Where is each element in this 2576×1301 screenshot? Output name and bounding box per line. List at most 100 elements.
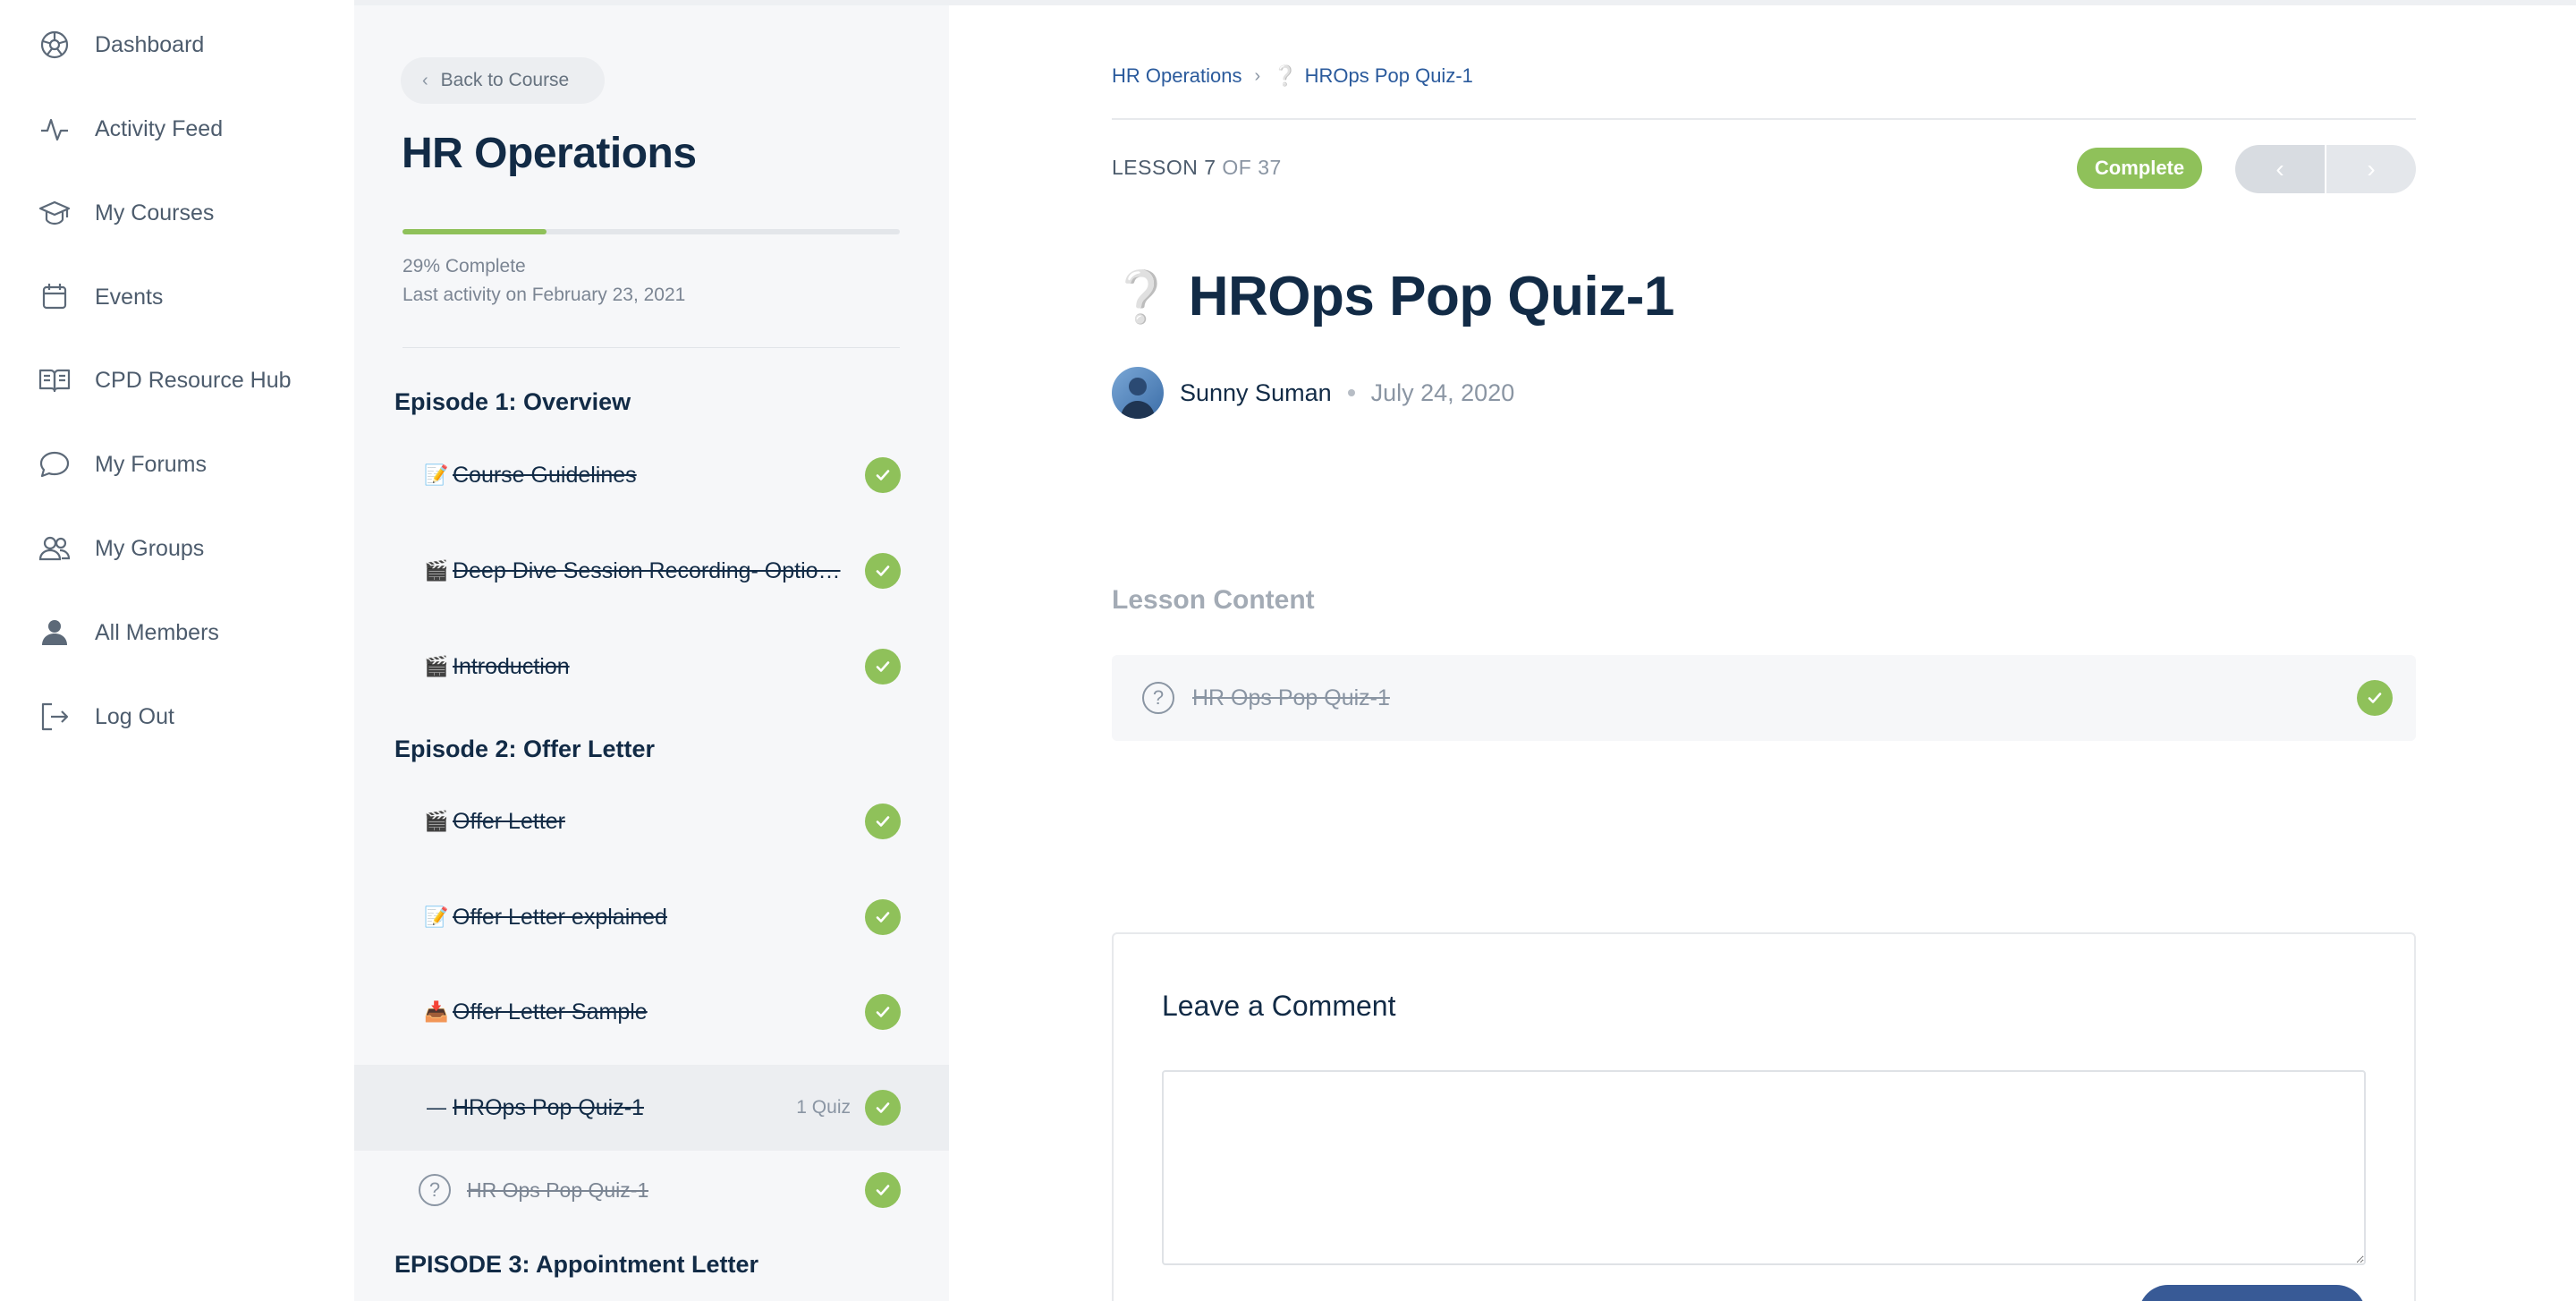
episode-title: Episode 1: Overview bbox=[394, 388, 631, 415]
nav-item-cpd-resource-hub[interactable]: CPD Resource Hub bbox=[34, 355, 338, 405]
lesson-item[interactable]: 📝 Offer Letter explained bbox=[354, 874, 949, 960]
breadcrumb-separator: › bbox=[1254, 65, 1261, 86]
nav-item-my-groups[interactable]: My Groups bbox=[34, 523, 338, 574]
completed-check-icon bbox=[865, 649, 901, 685]
previous-lesson-button[interactable]: ‹ bbox=[2235, 145, 2325, 193]
course-progress-fill bbox=[402, 229, 547, 234]
user-icon bbox=[34, 612, 75, 653]
breadcrumb-course-link[interactable]: HR Operations bbox=[1112, 64, 1242, 88]
chevron-left-icon: ‹ bbox=[422, 70, 428, 90]
page-title: HROps Pop Quiz-1 bbox=[1188, 266, 1675, 327]
lesson-title: Course Guidelines bbox=[453, 462, 637, 488]
activity-icon bbox=[34, 108, 75, 149]
lesson-item[interactable]: 🎬 Offer Letter bbox=[354, 778, 949, 864]
progress-text: 29% Complete bbox=[402, 256, 526, 276]
lesson-pagination: ‹ › bbox=[2235, 145, 2416, 193]
course-progress-bar bbox=[402, 229, 900, 234]
dashboard-icon bbox=[34, 24, 75, 65]
nav-label: My Courses bbox=[95, 200, 215, 225]
breadcrumb: HR Operations › ❔ HROps Pop Quiz-1 bbox=[1112, 64, 1473, 88]
graduation-cap-icon bbox=[34, 192, 75, 234]
lesson-type-icon: 🎬 bbox=[424, 810, 449, 832]
question-circle-icon: ? bbox=[1142, 682, 1174, 714]
comment-textarea[interactable] bbox=[1162, 1070, 2366, 1265]
back-to-course-label: Back to Course bbox=[440, 70, 570, 90]
nav-item-all-members[interactable]: All Members bbox=[34, 608, 338, 658]
completed-check-icon bbox=[865, 457, 901, 493]
question-circle-icon: ? bbox=[419, 1174, 451, 1206]
lesson-type-icon: 📥 bbox=[424, 1000, 449, 1023]
lesson-item[interactable]: 📝 Course Guidelines bbox=[354, 432, 949, 518]
nav-label: Dashboard bbox=[95, 31, 205, 57]
nav-label: My Forums bbox=[95, 451, 207, 477]
lesson-content-heading: Lesson Content bbox=[1112, 585, 1315, 615]
back-to-course-button[interactable]: ‹ Back to Course bbox=[401, 57, 605, 104]
lesson-type-icon: 📝 bbox=[424, 463, 449, 486]
nav-label: Log Out bbox=[95, 703, 174, 729]
lesson-type-icon: 🎬 bbox=[424, 655, 449, 677]
lesson-title: Deep Dive Session Recording- Optio… bbox=[453, 557, 841, 583]
episode-title: Episode 2: Offer Letter bbox=[394, 736, 656, 762]
lesson-type-icon: 🎬 bbox=[424, 559, 449, 582]
completed-check-icon bbox=[865, 994, 901, 1030]
quiz-header: ❔ HROps Pop Quiz-1 bbox=[1110, 265, 1674, 328]
author-meta: Sunny Suman July 24, 2020 bbox=[1112, 367, 1514, 419]
breadcrumb-current[interactable]: HROps Pop Quiz-1 bbox=[1305, 64, 1473, 88]
nav-item-my-courses[interactable]: My Courses bbox=[34, 188, 338, 238]
lesson-counter: LESSON 7 OF 37 bbox=[1112, 156, 1282, 180]
nav-item-log-out[interactable]: Log Out bbox=[34, 692, 338, 742]
chat-bubble-icon bbox=[34, 444, 75, 485]
course-sidebar: ‹ Back to Course HR Operations 29% Compl… bbox=[354, 0, 949, 1301]
episode-title: EPISODE 3: Appointment Letter bbox=[394, 1251, 759, 1278]
lesson-type-icon: 📝 bbox=[424, 906, 449, 928]
lesson-content-item[interactable]: ? HR Ops Pop Quiz-1 bbox=[1112, 655, 2416, 741]
nav-label: My Groups bbox=[95, 535, 205, 561]
avatar[interactable] bbox=[1112, 367, 1164, 419]
lesson-title: Offer Letter explained bbox=[453, 904, 667, 930]
completed-check-icon bbox=[865, 1090, 901, 1126]
comment-form: Leave a Comment bbox=[1112, 932, 2416, 1301]
last-activity: Last activity on February 23, 2021 bbox=[402, 285, 686, 305]
nav-item-dashboard[interactable]: Dashboard bbox=[34, 20, 338, 70]
calendar-icon bbox=[34, 276, 75, 318]
question-mark-icon: ❔ bbox=[1273, 64, 1298, 87]
nav-item-activity-feed[interactable]: Activity Feed bbox=[34, 104, 338, 154]
nav-label: All Members bbox=[95, 619, 219, 645]
quiz-count: 1 Quiz bbox=[796, 1097, 851, 1118]
lesson-type-icon: — bbox=[427, 1096, 446, 1118]
lesson-title: Offer Letter bbox=[453, 808, 565, 834]
comment-heading: Leave a Comment bbox=[1162, 990, 1396, 1022]
quiz-item[interactable]: ? HR Ops Pop Quiz-1 bbox=[354, 1147, 949, 1233]
lesson-item[interactable]: 🎬 Introduction bbox=[354, 624, 949, 710]
nav-label: Activity Feed bbox=[95, 115, 224, 141]
lesson-item[interactable]: 🎬 Deep Dive Session Recording- Optio… bbox=[354, 528, 949, 614]
lesson-item-active[interactable]: — HROps Pop Quiz-1 1 Quiz bbox=[354, 1065, 949, 1151]
completed-check-icon bbox=[865, 1172, 901, 1208]
nav-item-events[interactable]: Events bbox=[34, 272, 338, 322]
completed-check-icon bbox=[865, 804, 901, 839]
publish-date: July 24, 2020 bbox=[1370, 378, 1515, 406]
course-title: HR Operations bbox=[402, 130, 697, 177]
main-navigation: Dashboard Activity Feed My Courses Event… bbox=[0, 0, 354, 1301]
nav-item-my-forums[interactable]: My Forums bbox=[34, 439, 338, 489]
lesson-main: HR Operations › ❔ HROps Pop Quiz-1 LESSO… bbox=[949, 0, 2576, 1301]
completed-check-icon bbox=[865, 553, 901, 589]
book-open-icon bbox=[34, 360, 75, 401]
divider bbox=[402, 347, 900, 348]
quiz-title: HR Ops Pop Quiz-1 bbox=[467, 1178, 649, 1202]
lesson-title: Offer Letter Sample bbox=[453, 999, 648, 1025]
completed-check-icon bbox=[865, 899, 901, 935]
completed-check-icon bbox=[2357, 680, 2393, 716]
logout-icon bbox=[34, 696, 75, 737]
lesson-content-label: HR Ops Pop Quiz-1 bbox=[1192, 685, 1390, 710]
author-name[interactable]: Sunny Suman bbox=[1180, 379, 1332, 407]
lesson-title: HROps Pop Quiz-1 bbox=[453, 1094, 644, 1120]
question-mark-icon: ❔ bbox=[1110, 268, 1173, 325]
lesson-number: LESSON 7 bbox=[1112, 156, 1216, 179]
post-comment-button[interactable] bbox=[2139, 1285, 2366, 1301]
group-icon bbox=[34, 528, 75, 569]
lesson-title: Introduction bbox=[453, 653, 570, 679]
next-lesson-button[interactable]: › bbox=[2326, 145, 2416, 193]
lesson-total: OF 37 bbox=[1222, 156, 1282, 179]
lesson-item[interactable]: 📥 Offer Letter Sample bbox=[354, 969, 949, 1055]
